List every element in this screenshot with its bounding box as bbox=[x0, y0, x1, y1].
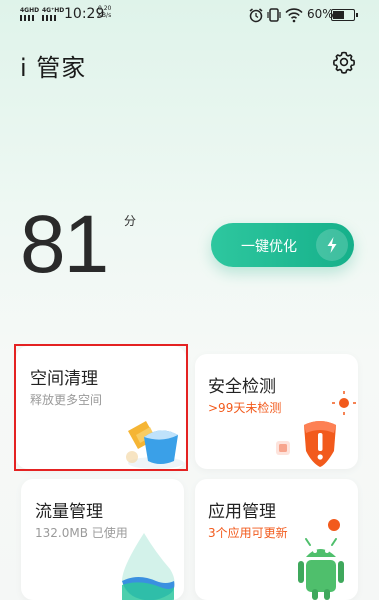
score-unit: 分 bbox=[124, 214, 137, 228]
one-click-optimize-button[interactable]: 一键优化 bbox=[211, 223, 354, 267]
highlight-box bbox=[14, 344, 188, 471]
app-title: i 管家 bbox=[20, 54, 87, 82]
security-score: 81 bbox=[20, 199, 109, 290]
network-speed-unit: KB/s bbox=[98, 12, 112, 19]
sim2-signal-icon: 4G⁺HD bbox=[42, 8, 64, 21]
wifi-icon bbox=[285, 8, 303, 23]
battery-icon bbox=[331, 9, 358, 21]
card-title: 安全检测 bbox=[208, 377, 276, 397]
sim1-label: 4GHD bbox=[20, 7, 40, 14]
android-robot-icon bbox=[298, 519, 344, 600]
network-speed-value: 0.20 bbox=[98, 5, 112, 12]
card-data-usage[interactable]: 流量管理 132.0MB 已使用 bbox=[21, 479, 184, 600]
sim1-signal-icon: 4GHD bbox=[20, 8, 39, 21]
alarm-icon bbox=[249, 8, 263, 23]
security-shield-icon bbox=[276, 391, 356, 467]
card-subtitle: 3个应用可更新 bbox=[208, 526, 288, 540]
lightning-icon bbox=[316, 229, 348, 261]
card-title: 应用管理 bbox=[208, 502, 276, 522]
data-drop-icon bbox=[122, 533, 175, 600]
card-title: 流量管理 bbox=[35, 502, 103, 522]
optimize-label: 一键优化 bbox=[241, 239, 297, 255]
card-security-check[interactable]: 安全检测 >99天未检测 bbox=[195, 354, 358, 469]
battery-percent: 60% bbox=[307, 7, 334, 21]
status-bar: 4GHD 4G⁺HD 10:29 0.20 KB/s 60% bbox=[0, 0, 379, 30]
gear-icon[interactable] bbox=[332, 50, 356, 74]
vibrate-icon bbox=[267, 8, 281, 22]
network-speed: 0.20 KB/s bbox=[98, 5, 111, 19]
sim2-label: 4G⁺HD bbox=[42, 7, 65, 14]
card-app-management[interactable]: 应用管理 3个应用可更新 bbox=[195, 479, 358, 600]
